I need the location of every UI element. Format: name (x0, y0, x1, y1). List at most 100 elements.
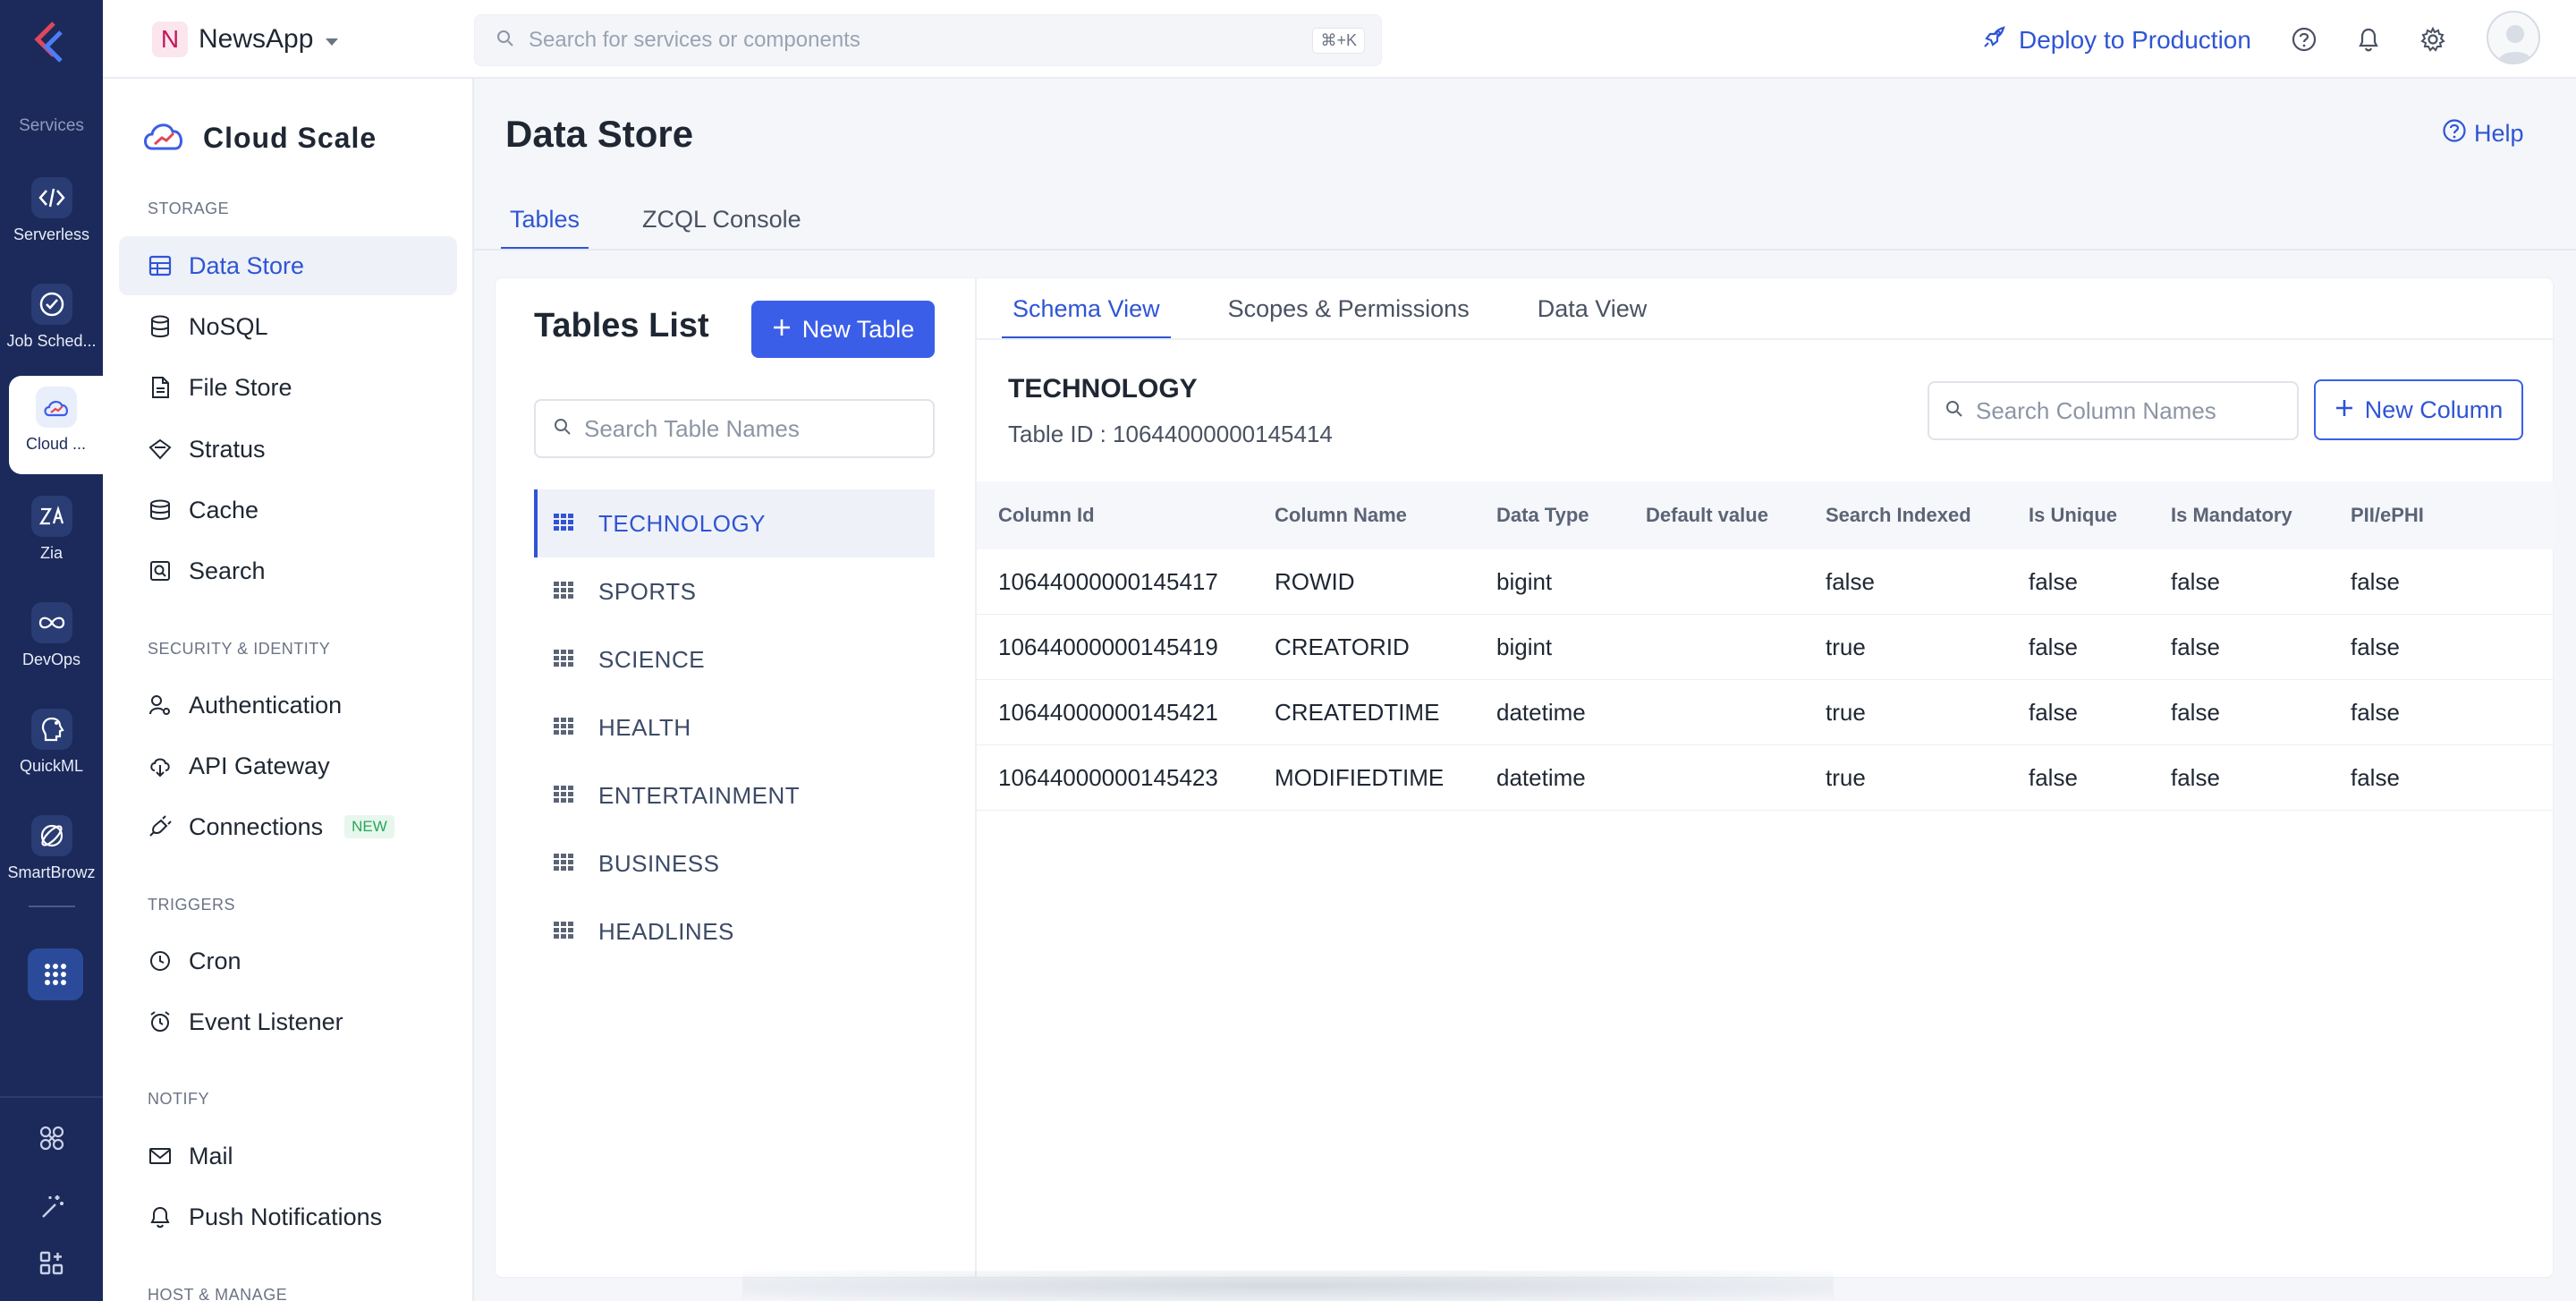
column-header[interactable]: Column Id (977, 504, 1275, 527)
table-cell: false (2351, 567, 2400, 595)
tab-scopes-permissions[interactable]: Scopes & Permissions (1217, 286, 1480, 340)
table-list-item-label: BUSINESS (598, 849, 720, 877)
column-header[interactable]: Column Name (1275, 504, 1496, 527)
main-tabs: Tables ZCQL Console (501, 201, 810, 251)
table-list-item[interactable]: ENTERTAINMENT (534, 761, 935, 829)
sidebar-item-label: File Store (189, 373, 292, 401)
rail-item-cloud-scale[interactable]: Cloud ... (9, 376, 103, 474)
add-widget-icon[interactable] (0, 1241, 103, 1286)
user-avatar[interactable] (2487, 11, 2540, 64)
table-row[interactable]: 10644000000145419 CREATORID bigint true fals… (977, 615, 2554, 680)
all-services-grid-icon[interactable] (28, 948, 83, 1000)
tab-zcql-console[interactable]: ZCQL Console (633, 201, 810, 251)
table-list-item[interactable]: BUSINESS (534, 829, 935, 897)
global-search[interactable]: ⌘+K (474, 14, 1382, 66)
table-row[interactable]: 10644000000145423 MODIFIEDTIME datetime tru… (977, 745, 2554, 811)
sidebar-item-stratus[interactable]: Stratus (119, 420, 457, 479)
alarm-icon (148, 1009, 173, 1034)
search-icon (148, 558, 173, 583)
help-circle-icon[interactable] (2288, 23, 2320, 55)
search-icon (554, 418, 572, 440)
table-list-item-label: HEADLINES (598, 917, 734, 945)
catalyst-logo-icon[interactable] (27, 18, 77, 68)
table-cell: CREATORID (1275, 633, 1410, 660)
table-list-item[interactable]: HEALTH (534, 693, 935, 761)
column-header[interactable]: Search Indexed (1826, 504, 2029, 527)
table-list-item[interactable]: TECHNOLOGY (534, 489, 935, 557)
gear-icon[interactable] (2417, 23, 2449, 55)
sidebar-item-event-listener[interactable]: Event Listener (119, 992, 457, 1051)
rail-item-smartbrowz[interactable]: SmartBrowz (0, 804, 103, 903)
rail-item-devops[interactable]: DevOps (0, 591, 103, 690)
rail-section-label: Services (19, 116, 84, 135)
cloud-scale-icon (140, 115, 187, 161)
rail-item-serverless[interactable]: Serverless (0, 166, 103, 265)
new-table-label: New Table (801, 315, 915, 343)
rail-divider (29, 906, 75, 907)
table-row[interactable]: 10644000000145417 ROWID bigint false false fa… (977, 549, 2554, 615)
sidebar-item-connections[interactable]: Connections NEW (119, 797, 457, 856)
grid-table-icon (554, 782, 573, 810)
sidebar-item-search[interactable]: Search (119, 541, 457, 600)
deploy-to-production-button[interactable]: Deploy to Production (1981, 20, 2251, 61)
table-cell: 10644000000145417 (998, 567, 1218, 595)
table-list-item-label: SPORTS (598, 577, 697, 605)
table-cell: 10644000000145421 (998, 698, 1218, 726)
smartbrowz-icon (30, 815, 72, 856)
sidebar-item-mail[interactable]: Mail (119, 1127, 457, 1186)
help-link[interactable]: Help (2442, 118, 2524, 149)
new-column-button[interactable]: New Column (2314, 379, 2523, 440)
table-list-item[interactable]: SCIENCE (534, 625, 935, 693)
table-cell: CREATEDTIME (1275, 698, 1440, 726)
sidebar-item-authentication[interactable]: Authentication (119, 676, 457, 735)
column-header[interactable]: Is Unique (2029, 504, 2171, 527)
project-name: NewsApp (199, 24, 314, 54)
project-switcher[interactable]: N NewsApp (152, 20, 340, 59)
table-list-item-label: TECHNOLOGY (598, 509, 767, 537)
tab-schema-view[interactable]: Schema View (1002, 286, 1171, 340)
sidebar-item-nosql[interactable]: NoSQL (119, 297, 457, 356)
sidebar-item-cron[interactable]: Cron (119, 931, 457, 991)
tables-list-title: Tables List (534, 307, 709, 344)
bell-icon[interactable] (2352, 23, 2385, 55)
new-table-button[interactable]: New Table (751, 301, 935, 358)
sidebar-item-api-gateway[interactable]: API Gateway (119, 736, 457, 795)
column-header[interactable]: PII/ePHI (2351, 504, 2529, 527)
rail-item-zia[interactable]: Zia (0, 485, 103, 583)
table-row[interactable]: 10644000000145421 CREATEDTIME datetime true… (977, 680, 2554, 745)
deploy-label: Deploy to Production (2019, 26, 2251, 54)
column-search-input[interactable] (1976, 396, 2297, 425)
rail-item-job-scheduling[interactable]: Job Sched... (0, 273, 103, 371)
table-list-item-label: ENTERTAINMENT (598, 781, 801, 809)
devops-icon (30, 602, 72, 643)
rail-item-label: DevOps (21, 650, 81, 668)
help-label: Help (2474, 120, 2524, 147)
sidebar-item-label: Search (189, 557, 266, 584)
column-header[interactable]: Data Type (1496, 504, 1646, 527)
column-header[interactable]: Is Mandatory (2171, 504, 2351, 527)
column-search[interactable] (1928, 381, 2299, 440)
search-shortcut-hint: ⌘+K (1312, 28, 1365, 54)
sidebar-item-file-store[interactable]: File Store (119, 358, 457, 417)
table-search[interactable] (534, 399, 935, 458)
project-badge: N (152, 21, 188, 57)
integrations-icon[interactable] (0, 1116, 103, 1161)
sidebar-item-data-store[interactable]: Data Store (119, 236, 457, 295)
tab-data-view[interactable]: Data View (1527, 286, 1658, 340)
rail-item-quickml[interactable]: QuickML (0, 698, 103, 796)
sidebar-item-push-notifications[interactable]: Push Notifications (119, 1187, 457, 1246)
tab-tables[interactable]: Tables (501, 201, 589, 251)
sidebar-item-label: Mail (189, 1142, 233, 1169)
column-header[interactable]: Default value (1646, 504, 1826, 527)
table-list-item[interactable]: SPORTS (534, 557, 935, 625)
table-list-item[interactable]: HEADLINES (534, 897, 935, 965)
grid-table-icon (554, 646, 573, 674)
global-search-input[interactable] (529, 28, 1226, 53)
table-cell: false (2351, 698, 2400, 726)
grid-table-icon (554, 850, 573, 878)
magic-wand-icon[interactable] (0, 1184, 103, 1229)
table-search-input[interactable] (584, 414, 906, 443)
plus-icon (772, 316, 792, 344)
sidebar-item-cache[interactable]: Cache (119, 480, 457, 540)
table-cell: false (2029, 763, 2078, 791)
